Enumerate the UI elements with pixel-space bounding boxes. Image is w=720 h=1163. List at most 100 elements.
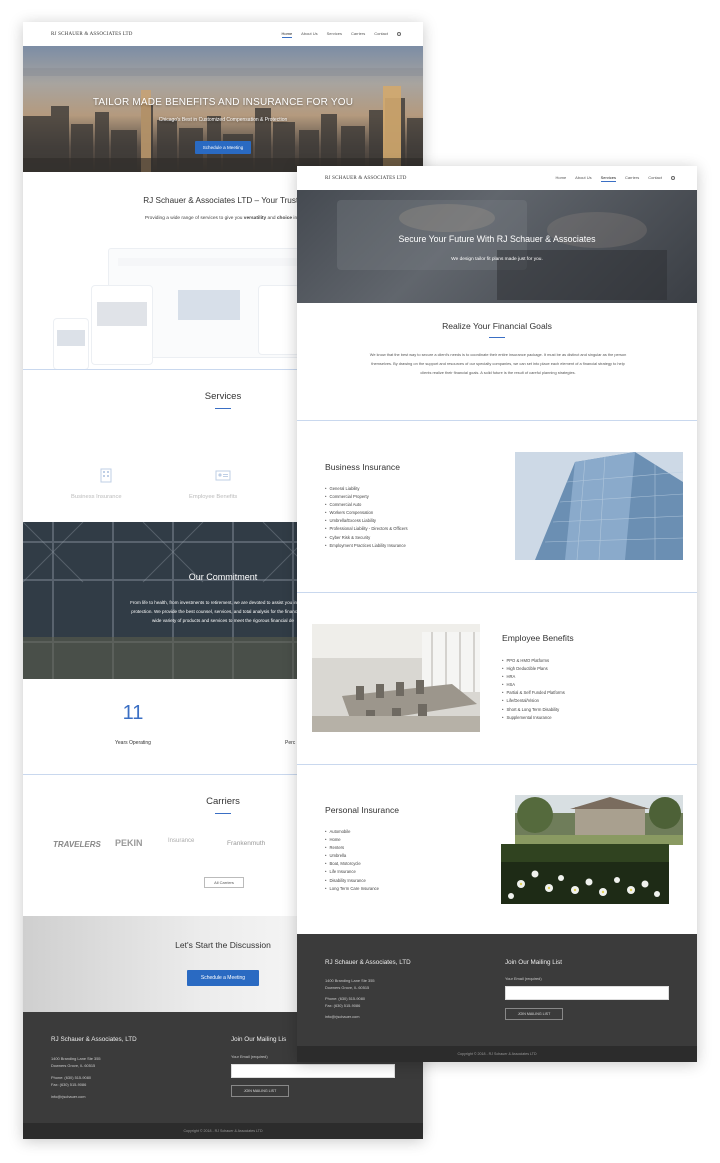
copyright: Copyright © 2018 - RJ Schauer & Associat… (297, 1046, 697, 1062)
footer-address-line: Downers Grove, IL 60515 (51, 1063, 96, 1068)
personal-insurance-title: Personal Insurance (325, 805, 400, 815)
services-page-mockup: RJ SCHAUER & ASSOCIATES LTD Home About U… (297, 166, 697, 1062)
list-item: Life/Dental/Vision (502, 697, 565, 705)
search-icon[interactable] (671, 176, 675, 180)
carrier-logo-frankenmuth: Frankenmuth (227, 840, 266, 847)
list-item: General Liability (325, 485, 408, 493)
nav-home[interactable]: Home (556, 175, 567, 181)
top-nav: RJ SCHAUER & ASSOCIATES LTD Home About U… (23, 22, 423, 46)
section-divider (297, 592, 697, 593)
goals-title: Realize Your Financial Goals (442, 321, 552, 331)
schedule-meeting-button[interactable]: Schedule a Meeting (194, 141, 252, 154)
footer-email-label: Your Email (required) (231, 1054, 268, 1059)
list-item: Commercial Auto (325, 501, 408, 509)
list-item: Automobile (325, 828, 379, 836)
business-insurance-title: Business Insurance (325, 462, 400, 472)
flowers-image (501, 844, 669, 904)
section-divider (297, 420, 697, 421)
building-icon (100, 468, 112, 483)
footer-company: RJ Schauer & Associates, LTD (51, 1036, 137, 1043)
title-underline (215, 813, 231, 814)
title-underline (215, 408, 231, 409)
title-underline (489, 337, 505, 338)
list-item: Umbrella/Excess Liability (325, 517, 408, 525)
nav-services[interactable]: Services (327, 31, 342, 37)
list-item: Umbrella (325, 852, 379, 860)
intro-text-part: Providing a wide range of services to gi… (144, 216, 244, 221)
employee-benefits-title: Employee Benefits (502, 633, 574, 643)
list-item: HSA (502, 681, 565, 689)
list-item: Life Insurance (325, 868, 379, 876)
goals-text-line: themselves. By drawing on the support an… (371, 361, 625, 367)
footer-company: RJ Schauer & Associates, LTD (325, 959, 411, 966)
search-icon[interactable] (397, 32, 401, 36)
carrier-logo-travelers: TRAVELERS (53, 840, 101, 849)
footer-email-label: Your Email (required) (505, 976, 542, 981)
section-divider (297, 764, 697, 765)
brand-logo[interactable]: RJ SCHAUER & ASSOCIATES LTD (51, 32, 282, 37)
id-card-icon (215, 470, 231, 481)
footer-phone: Phone: (630) 515-9080 (51, 1075, 92, 1080)
nav-contact[interactable]: Contact (374, 31, 388, 37)
stat-value: 11 (122, 702, 144, 724)
list-item: HRA (502, 673, 565, 681)
conference-room-image (312, 624, 480, 732)
list-item: Disability Insurance (325, 877, 379, 885)
carrier-logo-insurance: Insurance (168, 838, 195, 844)
hero-subtitle: We design tailor fit plans made just for… (451, 257, 543, 262)
top-nav: RJ SCHAUER & ASSOCIATES LTD Home About U… (297, 166, 697, 190)
nav-home[interactable]: Home (281, 31, 293, 38)
brand-logo[interactable]: RJ SCHAUER & ASSOCIATES LTD (325, 176, 556, 181)
footer-address-line: 1400 Branding Lane Ste 355 (51, 1056, 101, 1061)
hero-banner: TAILOR MADE BENEFITS AND INSURANCE FOR Y… (23, 46, 423, 172)
personal-insurance-list: Automobile Home Renters Umbrella Boat, M… (325, 828, 379, 893)
list-item: Workers Compensation (325, 509, 408, 517)
nav-carriers[interactable]: Carriers (351, 31, 365, 37)
service-benefits[interactable]: Employee Benefits (189, 494, 237, 500)
hero-subtitle: Chicago's Best in Customized Compensatio… (158, 117, 288, 123)
nav-about[interactable]: About Us (301, 31, 317, 37)
nav-contact[interactable]: Contact (648, 175, 662, 181)
list-item: Boat, Motorcycle (325, 860, 379, 868)
house-garden-image (515, 795, 683, 845)
main-menu: Home About Us Services Carriers Contact (556, 175, 675, 182)
list-item: Long Term Care Insurance (325, 885, 379, 893)
hero-title: TAILOR MADE BENEFITS AND INSURANCE FOR Y… (92, 97, 354, 108)
list-item: Professional Liability - Directors & Off… (325, 525, 407, 533)
footer-email[interactable]: info@rjschauer.com (51, 1093, 101, 1100)
footer-phone: Phone: (630) 515-9080 (325, 996, 366, 1001)
join-mailing-list-button[interactable]: JOIN MAILING LIST (505, 1008, 563, 1020)
cta-schedule-button[interactable]: Schedule a Meeting (187, 970, 259, 986)
footer-email[interactable]: info@rjschauer.com (325, 1013, 375, 1020)
email-input[interactable] (231, 1064, 395, 1078)
intro-text-bold: versatility (243, 216, 267, 221)
goals-text-line: We know that the best way to secure a cl… (369, 352, 627, 357)
footer-address-line: 1400 Branding Lane Ste 355 (325, 978, 375, 983)
stat-label-2: Perc (285, 740, 296, 746)
hero-banner: Secure Your Future With RJ Schauer & Ass… (297, 190, 697, 303)
list-item: PPO & HMO Platforms (502, 657, 565, 665)
footer: RJ Schauer & Associates, LTD Join Our Ma… (297, 934, 697, 1046)
intro-text-bold: choice (276, 216, 293, 221)
footer-fax: Fax: (630) 515-9086 (325, 1003, 361, 1008)
list-item: Short & Long Term Disability (502, 706, 565, 714)
nav-about[interactable]: About Us (575, 175, 591, 181)
employee-benefits-list: PPO & HMO Platforms High Deductible Plan… (502, 657, 565, 722)
list-item: Home (325, 836, 379, 844)
service-business[interactable]: Business Insurance (71, 494, 122, 500)
email-input[interactable] (505, 986, 669, 1000)
footer-join-title: Join Our Mailing List (505, 959, 563, 966)
business-insurance-list: General Liability Commercial Property Co… (325, 485, 408, 550)
nav-services[interactable]: Services (600, 175, 616, 182)
main-menu: Home About Us Services Carriers Contact (281, 31, 401, 38)
footer-address-line: Downers Grove, IL 60515 (325, 985, 370, 990)
laptop-image (337, 200, 667, 300)
nav-carriers[interactable]: Carriers (625, 175, 639, 181)
all-carriers-button[interactable]: All Carriers (204, 877, 244, 888)
stat-label: Years Operating (115, 740, 151, 746)
join-mailing-list-button[interactable]: JOIN MAILING LIST (231, 1085, 289, 1097)
hero-title: Secure Your Future With RJ Schauer & Ass… (398, 234, 596, 244)
footer-join-title: Join Our Mailing Lis (231, 1036, 287, 1043)
list-item: Supplemental Insurance (502, 714, 565, 722)
office-building-image (515, 452, 683, 560)
